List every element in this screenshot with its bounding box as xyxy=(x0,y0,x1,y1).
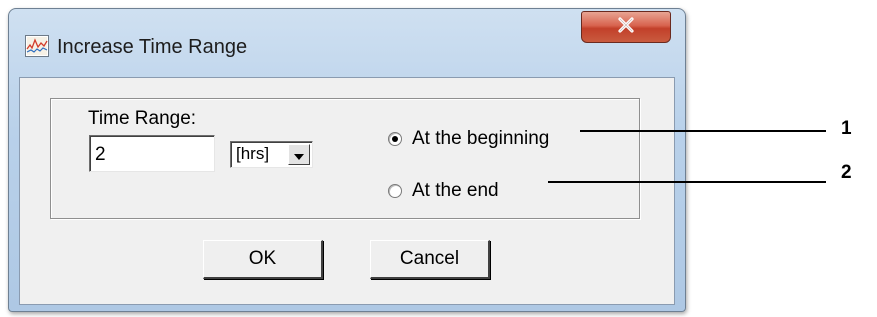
unit-dropdown[interactable]: [hrs] xyxy=(230,141,313,168)
time-range-input[interactable] xyxy=(89,135,215,172)
ok-button[interactable]: OK xyxy=(203,240,323,279)
callout-number-1: 1 xyxy=(841,118,852,139)
radio-beginning[interactable] xyxy=(388,132,402,146)
title-bar[interactable]: Increase Time Range xyxy=(9,9,685,77)
options-group: Time Range: [hrs] At the beginning At th… xyxy=(50,98,640,219)
time-range-label: Time Range: xyxy=(88,108,197,129)
chevron-down-icon xyxy=(294,145,304,164)
dialog-client-area: Time Range: [hrs] At the beginning At th… xyxy=(19,77,675,305)
radio-beginning-label[interactable]: At the beginning xyxy=(412,128,549,150)
radio-option-beginning[interactable]: At the beginning xyxy=(388,128,549,150)
close-icon xyxy=(616,17,636,37)
dialog-window: Increase Time Range Time Range: [hrs] xyxy=(8,8,686,312)
callout-line-1 xyxy=(580,130,826,132)
radio-end-label[interactable]: At the end xyxy=(412,180,499,202)
callout-number-2: 2 xyxy=(841,162,852,183)
cancel-button[interactable]: Cancel xyxy=(370,240,490,279)
chart-app-icon xyxy=(25,35,49,57)
radio-option-end[interactable]: At the end xyxy=(388,180,499,202)
window-title: Increase Time Range xyxy=(57,36,248,58)
callout-line-2 xyxy=(548,181,826,183)
unit-selected-value: [hrs] xyxy=(236,144,270,163)
dropdown-arrow-button[interactable] xyxy=(288,144,310,165)
close-button[interactable] xyxy=(581,11,671,43)
radio-end[interactable] xyxy=(388,184,402,198)
